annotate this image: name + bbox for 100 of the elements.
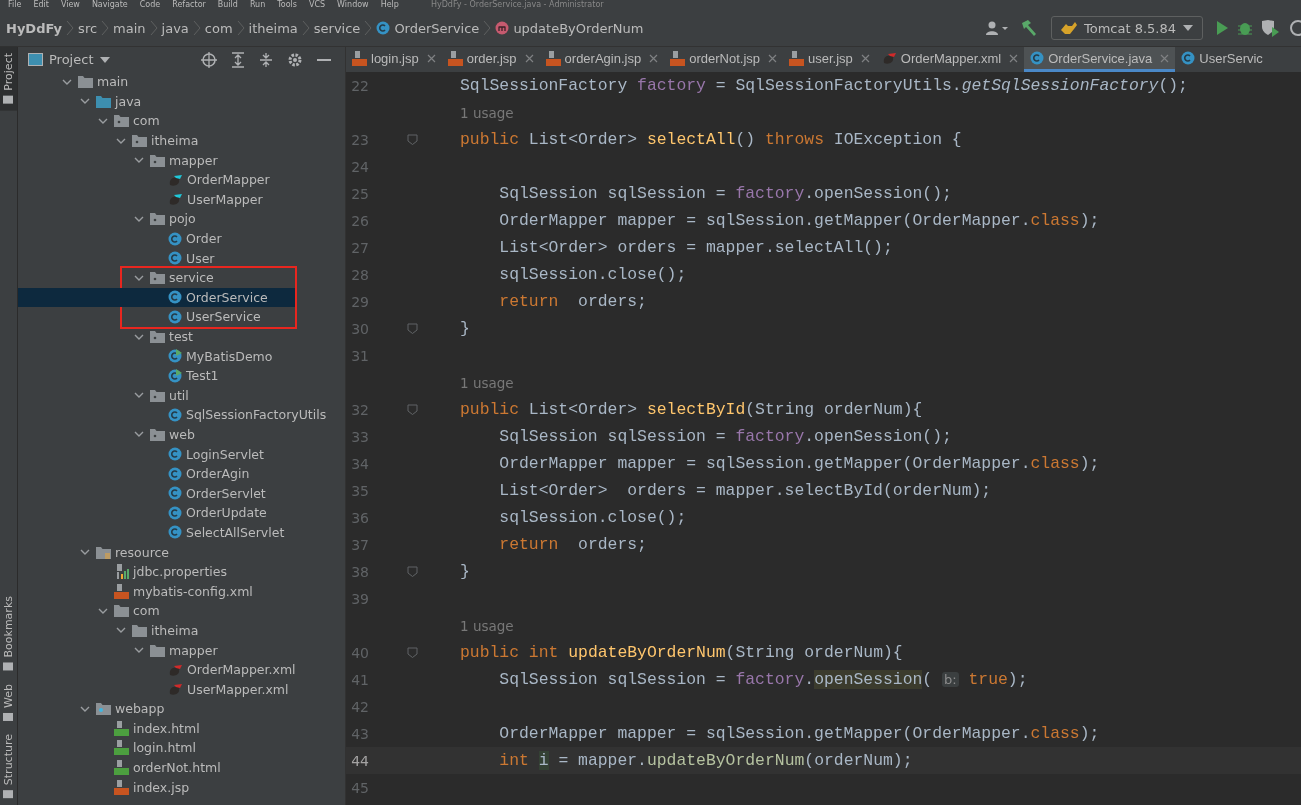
tree-item[interactable]: main <box>18 72 345 92</box>
breadcrumb[interactable]: HyDdFy <box>6 20 63 36</box>
close-icon[interactable] <box>426 53 436 63</box>
line-number: 37 <box>350 536 369 553</box>
tree-item[interactable]: itheima <box>18 620 345 641</box>
tree-item[interactable]: Test1 <box>18 365 345 386</box>
menu-item[interactable]: Run <box>249 0 266 10</box>
tree-item[interactable]: com <box>18 601 345 621</box>
close-icon[interactable] <box>860 53 870 63</box>
tree-item[interactable]: orderNot.html <box>18 757 345 778</box>
tree-item[interactable]: pojo <box>18 209 345 229</box>
tree-item[interactable]: test <box>18 326 345 347</box>
tree-item[interactable]: OrderMapper <box>18 169 345 190</box>
editor-tab[interactable]: OrderMapper.xml <box>875 47 1025 72</box>
shield-run-icon[interactable] <box>1261 18 1281 38</box>
breadcrumb[interactable]: service <box>313 20 361 36</box>
fold-marker-icon[interactable] <box>407 647 418 658</box>
run-icon[interactable] <box>1215 18 1229 38</box>
fold-marker-icon[interactable] <box>407 134 418 145</box>
line-number: 33 <box>350 428 369 445</box>
breadcrumb[interactable]: src <box>78 20 98 36</box>
tree-item[interactable]: User <box>18 248 345 268</box>
fold-marker-icon[interactable] <box>407 566 418 577</box>
usage-hint[interactable]: 1 usage <box>346 617 514 634</box>
breadcrumb[interactable]: java <box>161 20 189 36</box>
tree-item[interactable]: SelectAllServlet <box>18 522 345 543</box>
side-tab[interactable]: Web <box>0 677 17 728</box>
editor-tab[interactable]: user.jsp <box>783 47 876 72</box>
tree-item[interactable]: jdbc.properties <box>18 561 345 582</box>
folder-icon <box>132 623 147 637</box>
usage-hint[interactable]: 1 usage <box>346 104 514 121</box>
tree-item[interactable]: OrderMapper.xml <box>18 659 345 680</box>
menu-item[interactable]: View <box>60 0 80 10</box>
run-configuration-dropdown[interactable]: Tomcat 8.5.84 <box>1050 16 1203 40</box>
tree-item[interactable]: mapper <box>18 640 345 660</box>
menu-item[interactable]: Help <box>380 0 399 10</box>
close-icon[interactable] <box>649 53 659 63</box>
close-icon[interactable] <box>1160 53 1170 63</box>
crosshair-icon[interactable] <box>201 49 217 70</box>
tree-item[interactable]: mapper <box>18 150 345 170</box>
tree-item[interactable]: SqlSessionFactoryUtils <box>18 405 345 425</box>
tree-item[interactable]: itheima <box>18 130 345 151</box>
editor-tab[interactable]: OrderService.java <box>1024 47 1176 72</box>
side-tab[interactable]: Structure <box>0 727 17 805</box>
line-number: 41 <box>350 671 369 688</box>
tree-item[interactable]: LoginServlet <box>18 444 345 464</box>
breadcrumb[interactable]: main <box>113 20 146 36</box>
tree-item[interactable]: index.html <box>18 718 345 739</box>
fold-marker-icon[interactable] <box>407 323 418 334</box>
menu-item[interactable]: File <box>8 0 22 10</box>
breadcrumb[interactable]: itheima <box>248 20 298 36</box>
breadcrumb[interactable]: OrderService <box>376 20 480 36</box>
editor-tab[interactable]: order.jsp <box>441 47 540 72</box>
tree-item[interactable]: resource <box>18 542 345 562</box>
tree-item[interactable]: java <box>18 91 345 112</box>
tree-item[interactable]: MyBatisDemo <box>18 346 345 366</box>
menu-item[interactable]: Refactor <box>172 0 206 10</box>
close-icon[interactable] <box>1009 53 1019 63</box>
tree-item[interactable]: index.jsp <box>18 777 345 797</box>
menu-item[interactable]: Window <box>337 0 369 10</box>
usage-hint[interactable]: 1 usage <box>346 374 514 391</box>
menu-item[interactable]: Navigate <box>91 0 128 10</box>
line-number: 36 <box>350 509 369 526</box>
fold-marker-icon[interactable] <box>407 404 418 415</box>
menu-item[interactable]: Code <box>139 0 161 10</box>
menu-item[interactable]: Tools <box>277 0 297 10</box>
menu-item[interactable]: VCS <box>308 0 326 10</box>
tree-item[interactable]: OrderUpdate <box>18 503 345 523</box>
line-number: 35 <box>350 482 369 499</box>
tree-item[interactable]: webapp <box>18 699 345 719</box>
breadcrumb[interactable]: com <box>204 20 233 36</box>
tree-item[interactable]: UserMapper.xml <box>18 679 345 699</box>
menu-item[interactable]: Edit <box>33 0 49 10</box>
tree-item[interactable]: web <box>18 424 345 445</box>
tree-item[interactable]: Order <box>18 228 345 249</box>
menu-item[interactable]: Build <box>217 0 238 10</box>
side-tab[interactable]: Project <box>0 47 17 111</box>
editor-tab[interactable]: UserServic <box>1175 47 1269 72</box>
project-view-dropdown[interactable]: Project <box>28 52 112 67</box>
tree-item[interactable]: com <box>18 111 345 131</box>
breadcrumb[interactable]: updateByOrderNum <box>495 20 644 36</box>
editor-tab[interactable]: login.jsp <box>346 47 442 72</box>
line-number: 22 <box>350 77 369 94</box>
close-icon[interactable] <box>768 53 777 63</box>
tree-item[interactable]: OrderServlet <box>18 483 345 504</box>
side-tab[interactable]: Bookmarks <box>0 590 17 678</box>
tree-item[interactable]: UserMapper <box>18 189 345 210</box>
bird-icon <box>881 51 897 65</box>
tree-item[interactable]: login.html <box>18 738 345 758</box>
close-icon[interactable] <box>524 53 534 63</box>
editor-tab[interactable]: orderAgin.jsp <box>539 47 665 72</box>
expand-all-icon[interactable] <box>231 49 245 70</box>
tree-item[interactable]: util <box>18 385 345 406</box>
tree-item[interactable]: OrderAgin <box>18 463 345 484</box>
tree-item[interactable]: UserService <box>18 307 295 327</box>
tree-item[interactable]: mybatis-config.xml <box>18 581 345 602</box>
editor-tab[interactable]: orderNot.jsp <box>664 47 783 72</box>
code-line: public int updateByOrderNum(String orderNum){ <box>459 643 903 662</box>
tree-item[interactable]: service <box>18 267 295 288</box>
tree-item[interactable]: OrderService <box>18 287 295 308</box>
